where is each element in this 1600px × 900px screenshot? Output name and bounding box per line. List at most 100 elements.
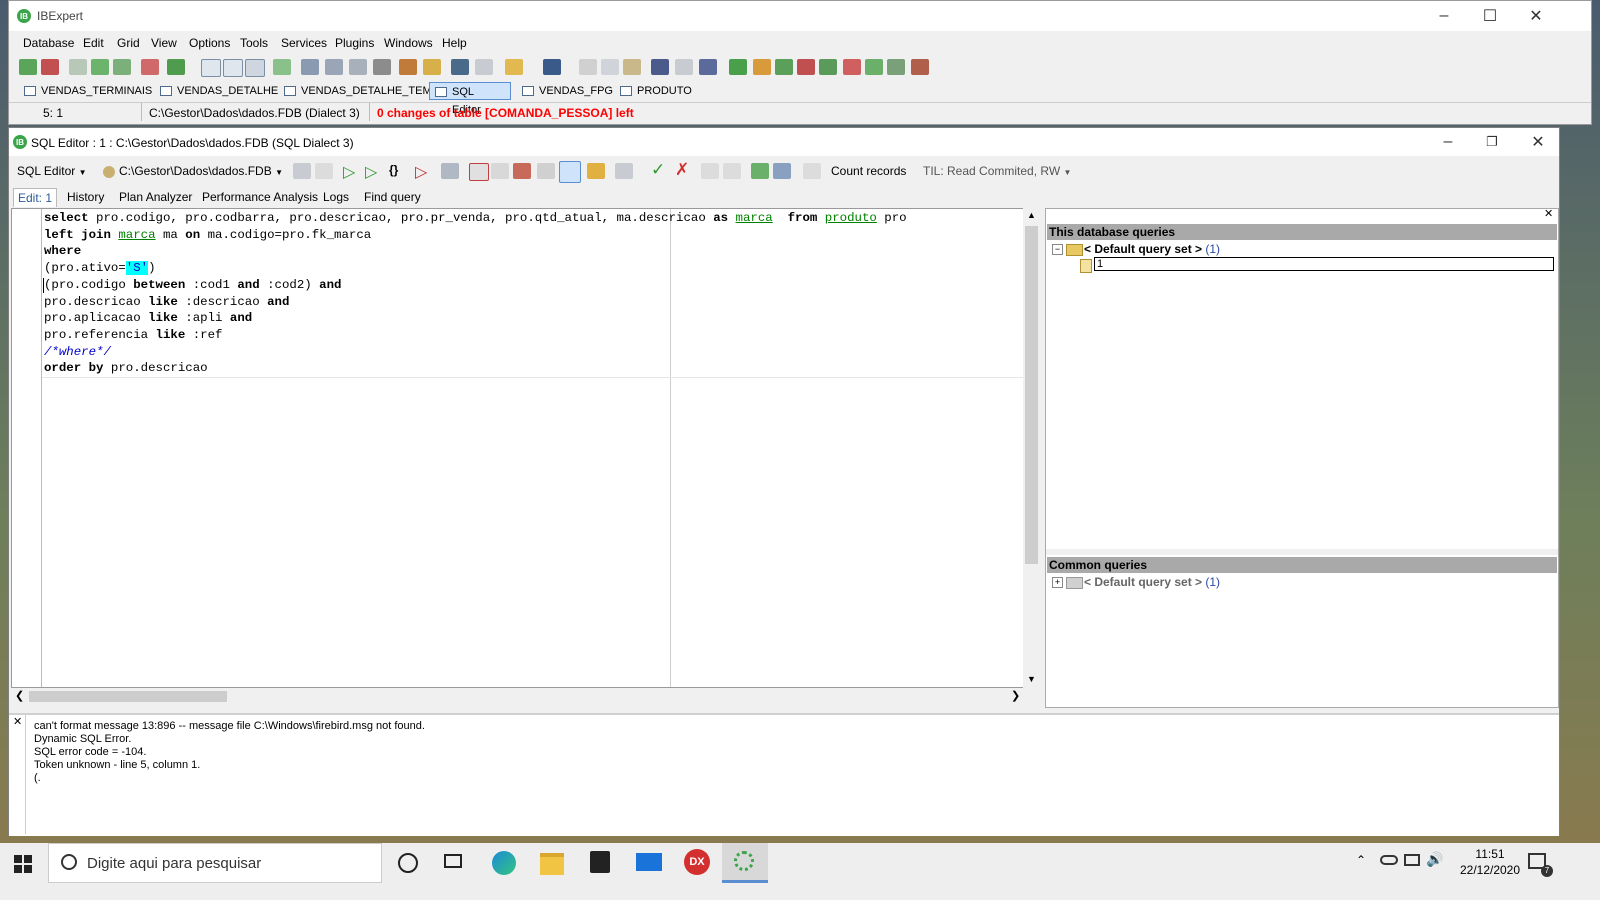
parameters-icon[interactable] <box>315 163 333 179</box>
cut-icon[interactable] <box>579 59 597 75</box>
task-view-icon[interactable] <box>444 854 462 868</box>
stop-execution-icon[interactable]: ▷ <box>415 162 427 182</box>
edge-browser-icon[interactable] <box>492 851 516 875</box>
fetch-all-icon[interactable] <box>803 163 821 179</box>
tab-find-query[interactable]: Find query <box>364 190 421 204</box>
close-button[interactable]: ✕ <box>1513 1 1559 31</box>
menu-edit[interactable]: Edit <box>83 36 104 50</box>
sql-table-link[interactable]: produto <box>825 211 877 225</box>
taskbar-search-box[interactable]: Digite aqui para pesquisar <box>48 843 382 883</box>
new-role-icon[interactable] <box>887 59 905 75</box>
toggle-panel-icon[interactable] <box>559 161 581 183</box>
statistics-icon[interactable] <box>773 163 791 179</box>
show-hidden-icons-icon[interactable]: ⌃ <box>1356 853 1366 867</box>
new-exception-icon[interactable] <box>843 59 861 75</box>
sql-editor-mode-dropdown[interactable]: SQL Editor ▼ <box>13 161 91 181</box>
import-icon[interactable] <box>167 59 185 75</box>
file-explorer-icon[interactable] <box>540 853 564 875</box>
prepare-icon[interactable] <box>293 163 311 179</box>
menu-view[interactable]: View <box>151 36 177 50</box>
new-udf-icon[interactable] <box>865 59 883 75</box>
editor-horizontal-scrollbar[interactable]: ❮ ❯ <box>11 688 1029 705</box>
database-selector-dropdown[interactable]: C:\Gestor\Dados\dados.FDB ▼ <box>103 161 283 181</box>
form-view-icon[interactable] <box>723 163 741 179</box>
output-close-icon[interactable]: ✕ <box>13 715 22 728</box>
copy-icon[interactable] <box>601 59 619 75</box>
register-database-icon[interactable] <box>19 59 37 75</box>
scroll-right-icon[interactable]: ❯ <box>1011 689 1020 702</box>
disconnect-database-icon[interactable] <box>113 59 131 75</box>
sql-table-link[interactable]: marca <box>118 228 155 242</box>
ibexpert-taskbar-button[interactable] <box>722 843 768 883</box>
new-trigger-icon[interactable] <box>797 59 815 75</box>
scroll-left-icon[interactable]: ❮ <box>15 689 24 702</box>
volume-icon[interactable]: 🔊 <box>1426 851 1443 868</box>
rollback-icon[interactable]: ✗ <box>675 160 689 180</box>
execute-icon[interactable]: ▷ <box>343 162 355 182</box>
menu-grid[interactable]: Grid <box>117 36 140 50</box>
sql-table-link[interactable]: marca <box>736 211 773 225</box>
window-tab-vendas-detalhe[interactable]: VENDAS_DETALHE <box>155 82 284 100</box>
clear-icon[interactable] <box>469 163 489 181</box>
edit-icon[interactable] <box>475 59 493 75</box>
new-document-icon[interactable] <box>201 59 221 77</box>
window-tab-sql-editor[interactable]: SQL Editor <box>429 82 511 116</box>
new-table-icon[interactable] <box>729 59 747 75</box>
plan-dropdown-icon[interactable] <box>615 163 633 179</box>
delete-all-icon[interactable] <box>537 163 555 179</box>
transaction-isolation-dropdown[interactable]: TIL: Read Commited, RW ▼ <box>923 164 1071 178</box>
common-query-set-item[interactable]: < Default query set > (1) <box>1084 575 1220 589</box>
reconnect-database-icon[interactable] <box>91 59 109 75</box>
menu-options[interactable]: Options <box>189 36 230 50</box>
key-icon[interactable] <box>423 59 441 75</box>
scroll-up-icon[interactable]: ▲ <box>1027 210 1036 220</box>
grid-view-icon[interactable] <box>701 163 719 179</box>
find-object-icon[interactable] <box>301 59 319 75</box>
panel-splitter[interactable] <box>1046 549 1558 555</box>
sql-editor-restore-button[interactable]: ❐ <box>1469 128 1515 156</box>
panel-close-icon[interactable]: ✕ <box>1544 207 1553 220</box>
menu-plugins[interactable]: Plugins <box>335 36 374 50</box>
tab-logs[interactable]: Logs <box>323 190 349 204</box>
save-icon[interactable] <box>543 59 561 75</box>
clock-date[interactable]: 22/12/2020 <box>1452 863 1528 877</box>
network-icon[interactable] <box>1404 854 1420 866</box>
database-properties-icon[interactable] <box>141 59 159 75</box>
connect-database-icon[interactable] <box>69 59 87 75</box>
unregister-database-icon[interactable] <box>41 59 59 75</box>
sql-editor-close-button[interactable]: ✕ <box>1515 128 1561 156</box>
new-domain-icon[interactable] <box>911 59 929 75</box>
sql-monitor-icon[interactable] <box>451 59 469 75</box>
sql-editor-minimize-button[interactable]: – <box>1425 128 1471 156</box>
print-icon[interactable] <box>373 59 391 75</box>
count-records-button[interactable]: Count records <box>831 164 906 178</box>
execute-script-icon[interactable]: ▷ <box>365 162 377 182</box>
window-tab-vendas-detalhe-temp[interactable]: VENDAS_DETALHE_TEMP <box>279 82 445 100</box>
db-query-set-item[interactable]: < Default query set > (1) <box>1084 242 1220 256</box>
tab-performance-analysis[interactable]: Performance Analysis <box>202 190 318 204</box>
lock-icon[interactable] <box>587 163 605 179</box>
search-icon[interactable] <box>325 59 343 75</box>
new-procedure-icon[interactable] <box>775 59 793 75</box>
user-manager-icon[interactable] <box>399 59 417 75</box>
window-tab-vendas-terminais[interactable]: VENDAS_TERMINAIS <box>19 82 158 100</box>
replace-icon[interactable] <box>349 59 367 75</box>
store-icon[interactable] <box>590 851 610 873</box>
scroll-down-icon[interactable]: ▼ <box>1027 674 1036 684</box>
minimize-button[interactable]: – <box>1421 1 1467 31</box>
maximize-button[interactable]: ☐ <box>1467 1 1513 31</box>
paste-document-icon[interactable] <box>245 59 265 77</box>
tab-history[interactable]: History <box>67 190 104 204</box>
new-view-icon[interactable] <box>753 59 771 75</box>
query-item-1[interactable]: 1 <box>1094 257 1554 271</box>
delete-query-icon[interactable] <box>513 163 531 179</box>
format-code-icon[interactable]: {} <box>389 163 398 177</box>
window-tab-produto[interactable]: PRODUTO <box>615 82 698 100</box>
tab-edit[interactable]: Edit: 1 <box>13 188 58 207</box>
editor-vertical-scrollbar[interactable]: ▲ ▼ <box>1023 208 1041 688</box>
paste-icon[interactable] <box>623 59 641 75</box>
tab-plan-analyzer[interactable]: Plan Analyzer <box>119 190 192 204</box>
refresh-icon[interactable] <box>273 59 291 75</box>
scroll-thumb[interactable] <box>1025 226 1038 564</box>
copy-document-icon[interactable] <box>223 59 243 77</box>
